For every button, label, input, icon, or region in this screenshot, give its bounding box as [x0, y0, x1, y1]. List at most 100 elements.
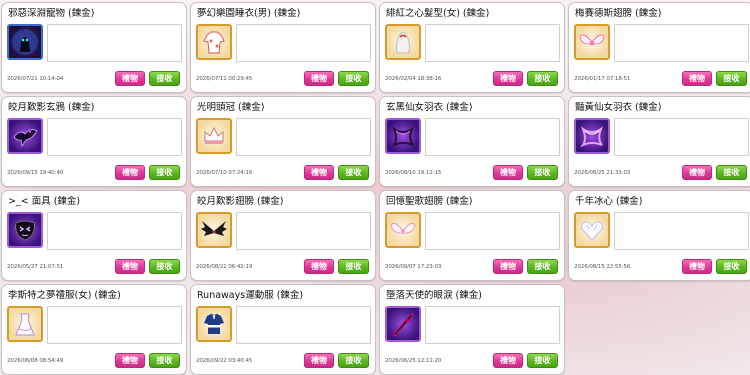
gift-button[interactable]: 禮物: [304, 71, 334, 86]
message-box: [236, 118, 371, 156]
item-card: 玄黑仙女羽衣 (鍊金) 2026/08/10 19:12:15 禮物 接收: [379, 96, 565, 187]
message-box: [425, 24, 560, 62]
item-card: 夢幻樂園睡衣(男) (鍊金) 2026/07/11 00:29:45 禮物 接收: [190, 2, 376, 93]
accept-button[interactable]: 接收: [527, 353, 558, 368]
accept-button[interactable]: 接收: [338, 353, 369, 368]
item-title: Runaways運動服 (鍊金): [197, 290, 304, 301]
dress-icon: [10, 309, 40, 339]
item-card: 千年冰心 (鍊金) 2026/08/15 22:55:56 禮物 接收: [568, 190, 750, 281]
accept-button[interactable]: 接收: [527, 71, 558, 86]
item-date: 2026/07/11 00:29:45: [196, 76, 253, 82]
gift-button[interactable]: 禮物: [493, 165, 523, 180]
item-image[interactable]: [196, 24, 232, 60]
item-title: 梅賽德斯翅膀 (鍊金): [575, 8, 662, 19]
accept-button[interactable]: 接收: [149, 259, 180, 274]
gift-button[interactable]: 禮物: [682, 165, 712, 180]
item-image[interactable]: [385, 306, 421, 342]
item-card: 皎月歎影玄鴉 (鍊金) 2026/09/15 19:40:40 禮物 接收: [1, 96, 187, 187]
item-date: 2026/08/15 22:55:56: [574, 264, 631, 270]
fallen-angel-tear-icon: [388, 309, 418, 339]
item-date: 2026/06/08 08:54:49: [7, 358, 64, 364]
empty-slot: [568, 284, 750, 375]
gift-button[interactable]: 禮物: [493, 259, 523, 274]
accept-button[interactable]: 接收: [149, 353, 180, 368]
item-title: 墮落天使的眼淚 (鍊金): [386, 290, 482, 301]
item-card: 墮落天使的眼淚 (鍊金) 2026/06/25 12:11:20 禮物 接收: [379, 284, 565, 375]
mask-icon: [10, 215, 40, 245]
item-image[interactable]: [196, 118, 232, 154]
item-image[interactable]: [7, 212, 43, 248]
accept-button[interactable]: 接收: [149, 165, 180, 180]
message-box: [614, 24, 749, 62]
item-card: 邪惡深淵寵物 (鍊金) 2026/07/21 10:14:04 禮物 接收: [1, 2, 187, 93]
item-title: 玄黑仙女羽衣 (鍊金): [386, 102, 473, 113]
raven-icon: [10, 121, 40, 151]
accept-button[interactable]: 接收: [338, 259, 369, 274]
message-box: [47, 24, 182, 62]
item-date: 2026/08/25 21:33:03: [574, 170, 631, 176]
item-card: Runaways運動服 (鍊金) 2026/09/22 03:40:45 禮物 接收: [190, 284, 376, 375]
gift-button[interactable]: 禮物: [682, 71, 712, 86]
ice-heart-icon: [577, 215, 607, 245]
item-date: 2026/09/15 19:40:40: [7, 170, 64, 176]
item-date: 2026/07/10 07:24:16: [196, 170, 253, 176]
message-box: [47, 306, 182, 344]
dark-robe-icon: [388, 121, 418, 151]
item-image[interactable]: [574, 24, 610, 60]
gift-button[interactable]: 禮物: [115, 353, 145, 368]
item-image[interactable]: [196, 212, 232, 248]
gift-button[interactable]: 禮物: [493, 353, 523, 368]
item-date: 2026/02/04 18:38:16: [385, 76, 442, 82]
item-date: 2026/01/17 07:18:51: [574, 76, 631, 82]
message-box: [614, 118, 749, 156]
item-card: 回憶聖歌翅膀 (鍊金) 2026/09/07 17:23:03 禮物 接收: [379, 190, 565, 281]
item-card: 光明頭冠 (鍊金) 2026/07/10 07:24:16 禮物 接收: [190, 96, 376, 187]
item-card: >_< 面具 (鍊金) 2026/05/27 21:07:51 禮物 接收: [1, 190, 187, 281]
message-box: [425, 306, 560, 344]
item-date: 2026/09/07 17:23:03: [385, 264, 442, 270]
gift-button[interactable]: 禮物: [304, 353, 334, 368]
message-box: [47, 212, 182, 250]
item-image[interactable]: [196, 306, 232, 342]
item-image[interactable]: [574, 212, 610, 248]
item-grid: 邪惡深淵寵物 (鍊金) 2026/07/21 10:14:04 禮物 接收 夢幻樂園睡衣…: [0, 0, 750, 375]
accept-button[interactable]: 接收: [338, 71, 369, 86]
accept-button[interactable]: 接收: [527, 165, 558, 180]
item-card: 豔黃仙女羽衣 (鍊金) 2026/08/25 21:33:03 禮物 接收: [568, 96, 750, 187]
item-image[interactable]: [7, 306, 43, 342]
gift-button[interactable]: 禮物: [493, 71, 523, 86]
item-image[interactable]: [574, 118, 610, 154]
accept-button[interactable]: 接收: [716, 165, 747, 180]
accept-button[interactable]: 接收: [527, 259, 558, 274]
item-image[interactable]: [385, 212, 421, 248]
angel-wings-icon: [388, 215, 418, 245]
gift-button[interactable]: 禮物: [115, 165, 145, 180]
gift-button[interactable]: 禮物: [304, 165, 334, 180]
item-image[interactable]: [7, 24, 43, 60]
message-box: [236, 212, 371, 250]
gift-button[interactable]: 禮物: [115, 71, 145, 86]
accept-button[interactable]: 接收: [338, 165, 369, 180]
item-card: 梅賽德斯翅膀 (鍊金) 2026/01/17 07:18:51 禮物 接收: [568, 2, 750, 93]
message-box: [236, 306, 371, 344]
item-title: 李斯特之夢禮服(女) (鍊金): [8, 290, 121, 301]
yellow-robe-icon: [577, 121, 607, 151]
message-box: [425, 118, 560, 156]
item-image[interactable]: [385, 118, 421, 154]
item-date: 2026/09/22 03:40:45: [196, 358, 253, 364]
gift-button[interactable]: 禮物: [304, 259, 334, 274]
item-image[interactable]: [385, 24, 421, 60]
gift-button[interactable]: 禮物: [682, 259, 712, 274]
gift-button[interactable]: 禮物: [115, 259, 145, 274]
accept-button[interactable]: 接收: [716, 259, 747, 274]
item-title: 皎月歎影翅膀 (鍊金): [197, 196, 284, 207]
dark-wings-icon: [199, 215, 229, 245]
item-date: 2026/05/27 21:07:51: [7, 264, 64, 270]
item-image[interactable]: [7, 118, 43, 154]
message-box: [236, 24, 371, 62]
accept-button[interactable]: 接收: [716, 71, 747, 86]
message-box: [47, 118, 182, 156]
item-title: 光明頭冠 (鍊金): [197, 102, 265, 113]
message-box: [614, 212, 749, 250]
accept-button[interactable]: 接收: [149, 71, 180, 86]
